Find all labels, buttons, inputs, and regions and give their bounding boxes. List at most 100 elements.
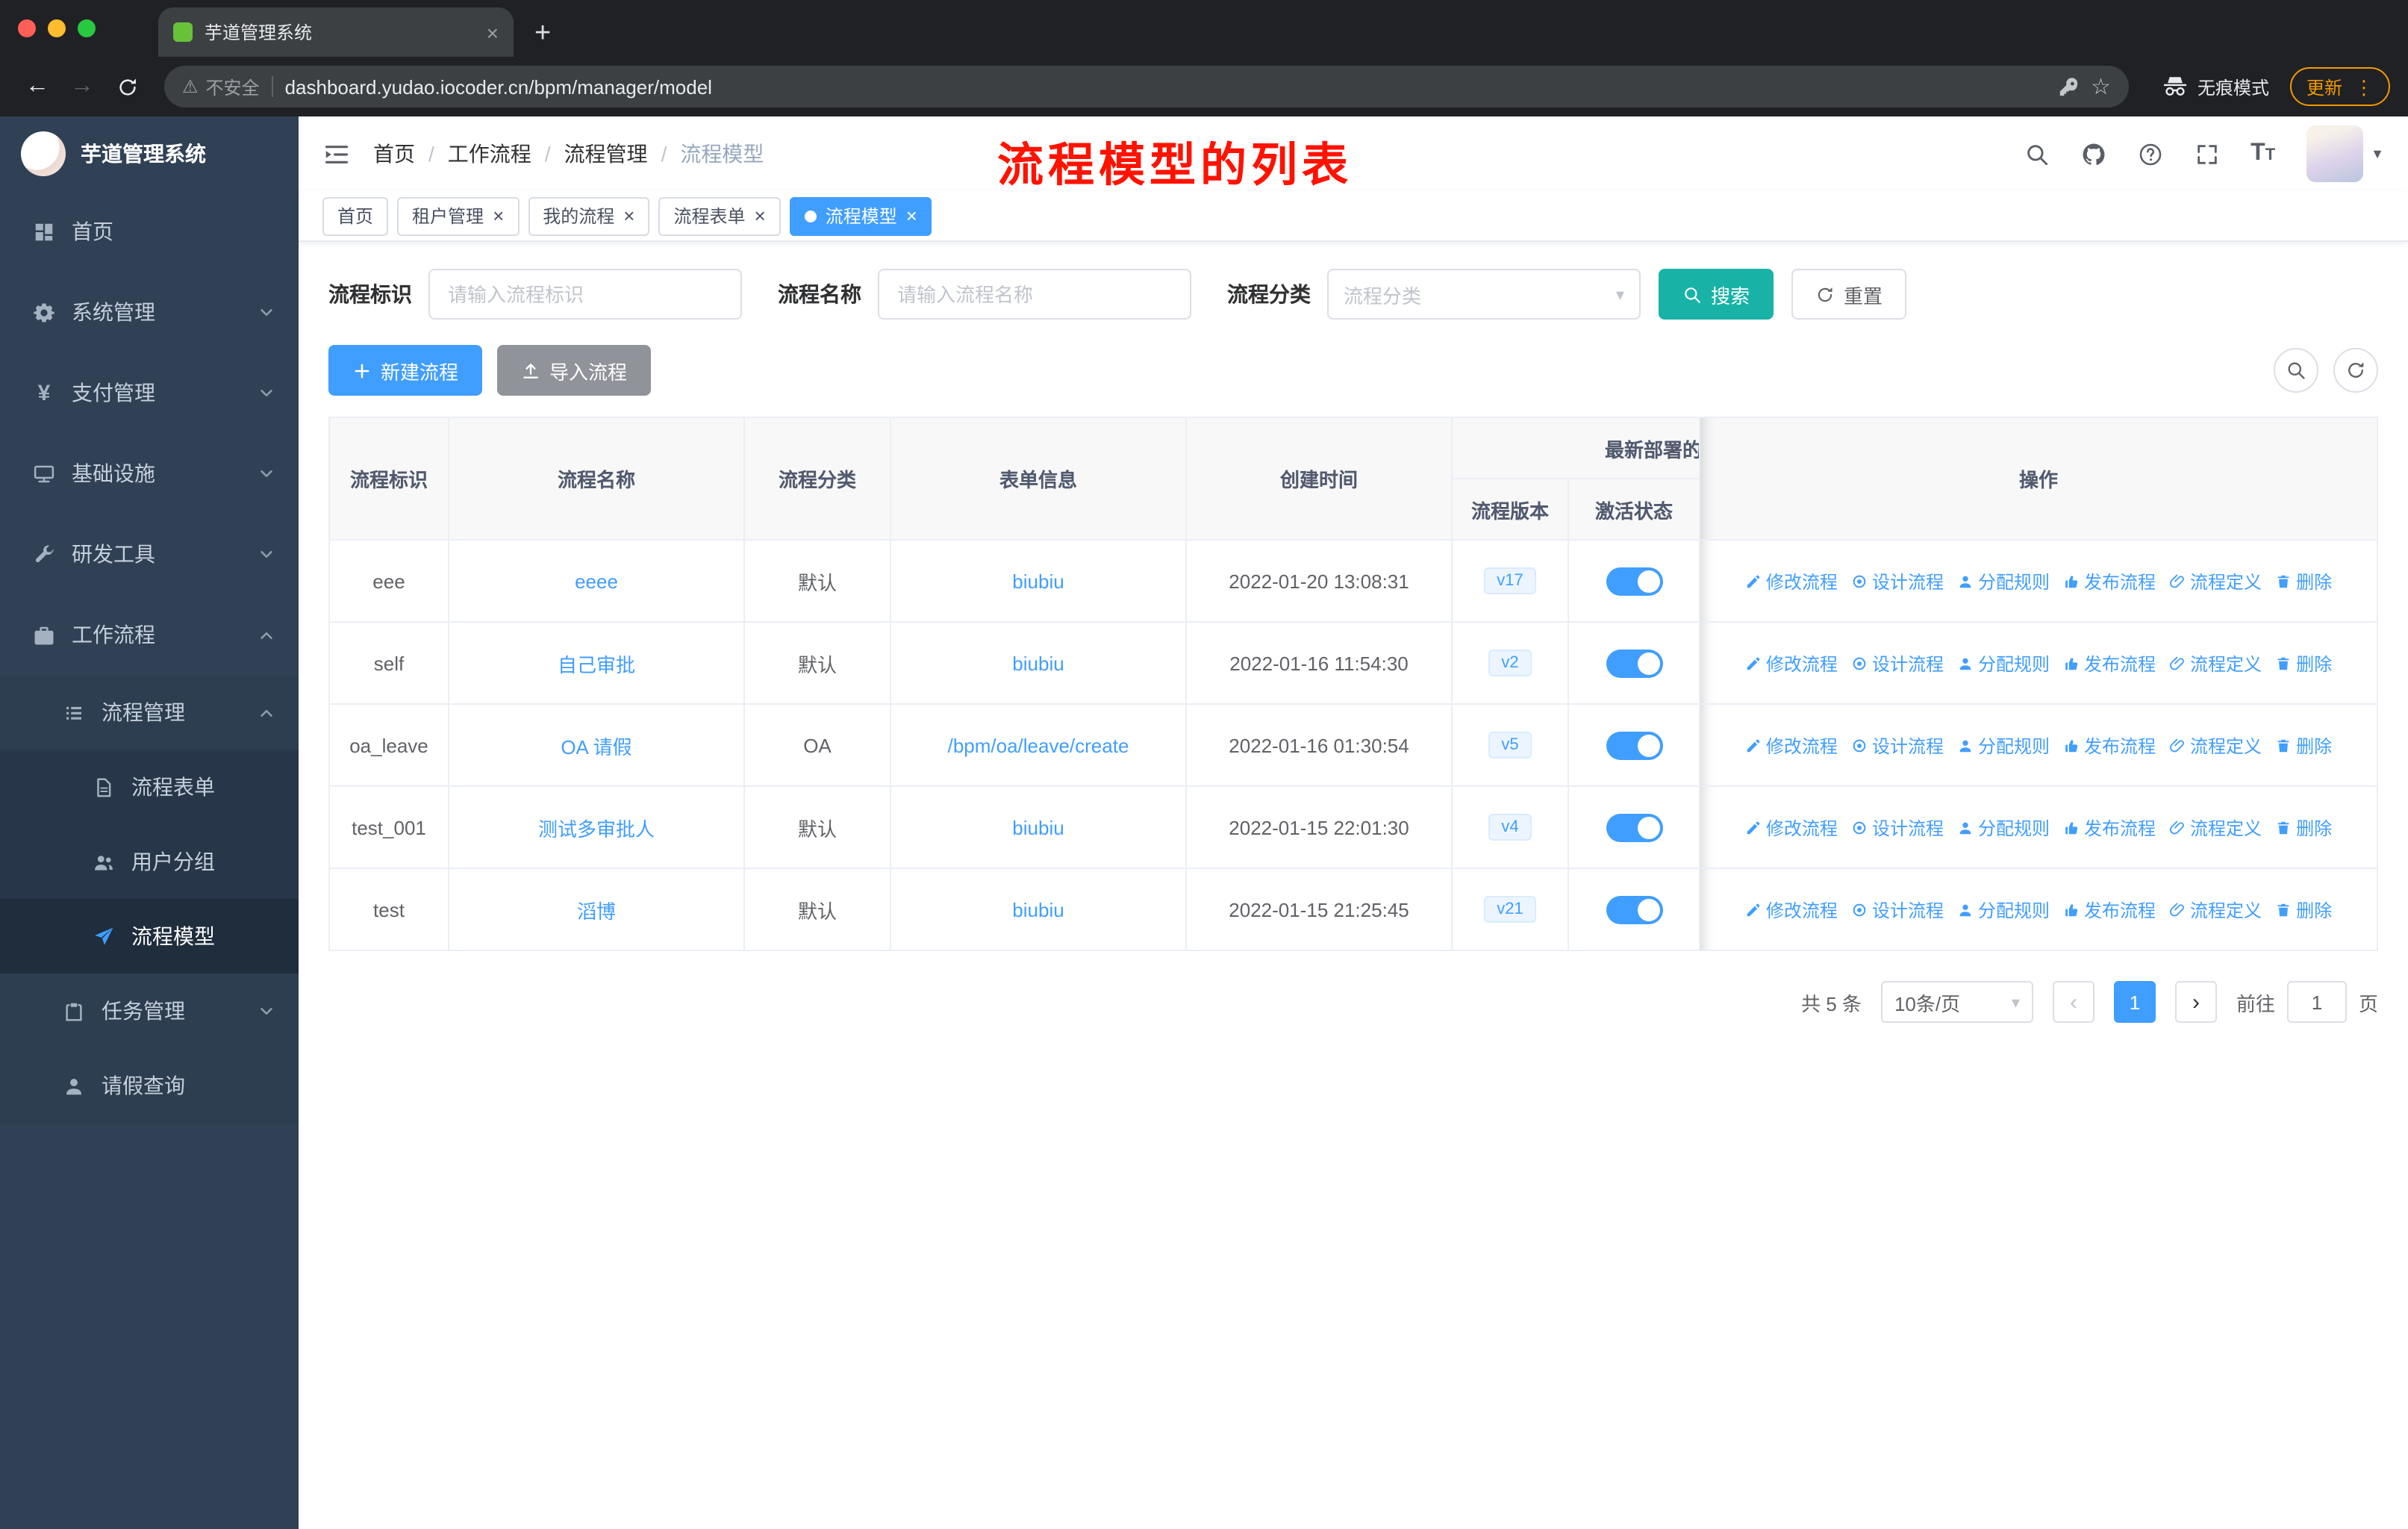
minimize-window-button[interactable] <box>48 19 66 37</box>
process-name-link[interactable]: 自己审批 <box>558 653 635 676</box>
browser-tab[interactable]: 芋道管理系统 × <box>158 7 514 57</box>
tab-close-icon[interactable]: × <box>487 22 499 43</box>
action-definition-link[interactable]: 流程定义 <box>2169 568 2262 594</box>
action-publish-link[interactable]: 发布流程 <box>2063 650 2156 676</box>
tag-close-icon[interactable]: × <box>906 206 917 225</box>
forward-icon[interactable]: → <box>63 74 102 99</box>
close-window-button[interactable] <box>18 19 36 37</box>
action-delete-link[interactable]: 删除 <box>2275 897 2332 922</box>
reset-button[interactable]: 重置 <box>1791 269 1907 320</box>
active-toggle[interactable] <box>1606 895 1662 924</box>
next-page-button[interactable]: › <box>2174 981 2217 1023</box>
action-definition-link[interactable]: 流程定义 <box>2169 732 2262 758</box>
sidebar-item-payment[interactable]: ¥ 支付管理 <box>0 352 299 433</box>
search-icon[interactable] <box>2024 141 2049 166</box>
action-publish-link[interactable]: 发布流程 <box>2063 897 2156 922</box>
security-chip[interactable]: ⚠ 不安全 <box>182 74 260 99</box>
menu-dots-icon[interactable]: ⋮ <box>2354 77 2374 96</box>
column-header-form[interactable]: 表单信息 <box>890 417 1187 541</box>
active-toggle[interactable] <box>1606 649 1662 677</box>
action-delete-link[interactable]: 删除 <box>2275 815 2332 840</box>
page-number-current[interactable]: 1 <box>2113 981 2156 1023</box>
zoom-window-button[interactable] <box>78 19 96 37</box>
action-definition-link[interactable]: 流程定义 <box>2169 650 2262 676</box>
help-icon[interactable] <box>2137 141 2162 166</box>
bookmark-star-icon[interactable]: ☆ <box>2091 75 2111 98</box>
form-info-link[interactable]: biubiu <box>1012 898 1064 921</box>
process-name-link[interactable]: OA 请假 <box>561 735 631 758</box>
process-name-link[interactable]: eeee <box>575 570 618 592</box>
column-header-name[interactable]: 流程名称 <box>448 417 745 541</box>
goto-page-input[interactable] <box>2286 981 2347 1023</box>
sidebar-item-system[interactable]: 系统管理 <box>0 272 299 352</box>
breadcrumb-item[interactable]: 工作流程 <box>448 139 531 169</box>
address-bar[interactable]: ⚠ 不安全 dashboard.yudao.iocoder.cn/bpm/man… <box>164 66 2129 108</box>
action-assign-rule-link[interactable]: 分配规则 <box>1957 732 2050 758</box>
tag-process-model-active[interactable]: 流程模型 × <box>789 196 932 235</box>
column-header-category[interactable]: 流程分类 <box>743 417 891 541</box>
tag-close-icon[interactable]: × <box>623 206 634 225</box>
font-size-icon[interactable]: TT <box>2251 141 2275 166</box>
action-publish-link[interactable]: 发布流程 <box>2063 732 2156 758</box>
breadcrumb-item[interactable]: 流程管理 <box>564 139 648 169</box>
form-info-link[interactable]: biubiu <box>1012 816 1064 838</box>
column-header-active[interactable]: 激活状态 <box>1567 478 1701 541</box>
tag-home[interactable]: 首页 <box>322 196 389 235</box>
action-modify-link[interactable]: 修改流程 <box>1745 732 1838 758</box>
sidebar-item-process-model[interactable]: 流程模型 <box>0 899 299 974</box>
action-assign-rule-link[interactable]: 分配规则 <box>1957 568 2050 594</box>
tag-process-form[interactable]: 流程表单 × <box>658 196 781 235</box>
action-design-link[interactable]: 设计流程 <box>1851 815 1944 840</box>
avatar[interactable] <box>2306 125 2364 182</box>
form-info-link[interactable]: biubiu <box>1012 652 1064 674</box>
sidebar-item-user-group[interactable]: 用户分组 <box>0 824 299 899</box>
sidebar-item-leave-query[interactable]: 请假查询 <box>0 1048 299 1123</box>
column-header-key[interactable]: 流程标识 <box>328 417 449 541</box>
page-size-select[interactable]: 10条/页 ▾ <box>1880 981 2033 1023</box>
action-assign-rule-link[interactable]: 分配规则 <box>1957 897 2050 922</box>
action-design-link[interactable]: 设计流程 <box>1851 568 1944 594</box>
active-toggle[interactable] <box>1606 813 1662 841</box>
import-process-button[interactable]: 导入流程 <box>497 345 652 396</box>
reload-icon[interactable] <box>107 75 146 98</box>
sidebar-item-home[interactable]: 首页 <box>0 191 299 272</box>
category-select[interactable]: 流程分类 ▾ <box>1327 269 1641 320</box>
refresh-circle-button[interactable] <box>2333 348 2378 393</box>
action-modify-link[interactable]: 修改流程 <box>1745 897 1838 922</box>
action-design-link[interactable]: 设计流程 <box>1851 732 1944 758</box>
action-definition-link[interactable]: 流程定义 <box>2169 897 2262 922</box>
search-button[interactable]: 搜索 <box>1659 269 1774 320</box>
sidebar-item-infrastructure[interactable]: 基础设施 <box>0 433 299 514</box>
create-process-button[interactable]: 新建流程 <box>328 345 483 396</box>
action-assign-rule-link[interactable]: 分配规则 <box>1957 650 2050 676</box>
sidebar-toggle-icon[interactable] <box>322 140 351 168</box>
tag-tenant[interactable]: 租户管理 × <box>397 196 520 235</box>
action-publish-link[interactable]: 发布流程 <box>2063 815 2156 840</box>
sidebar-item-process-form[interactable]: 流程表单 <box>0 750 299 824</box>
column-header-create-time[interactable]: 创建时间 <box>1185 417 1453 541</box>
action-delete-link[interactable]: 删除 <box>2275 650 2332 676</box>
search-circle-button[interactable] <box>2274 348 2318 393</box>
action-modify-link[interactable]: 修改流程 <box>1745 815 1838 840</box>
action-modify-link[interactable]: 修改流程 <box>1745 568 1838 594</box>
action-definition-link[interactable]: 流程定义 <box>2169 815 2262 840</box>
sidebar-item-workflow[interactable]: 工作流程 <box>0 594 299 675</box>
column-header-version[interactable]: 流程版本 <box>1451 478 1569 541</box>
action-design-link[interactable]: 设计流程 <box>1851 650 1944 676</box>
action-delete-link[interactable]: 删除 <box>2275 732 2332 758</box>
process-key-input[interactable] <box>428 269 742 320</box>
breadcrumb-item[interactable]: 首页 <box>373 139 415 169</box>
form-info-link[interactable]: /bpm/oa/leave/create <box>948 734 1129 756</box>
sidebar-item-devtools[interactable]: 研发工具 <box>0 514 299 594</box>
tag-close-icon[interactable]: × <box>755 206 766 225</box>
form-info-link[interactable]: biubiu <box>1012 570 1064 592</box>
action-delete-link[interactable]: 删除 <box>2275 568 2332 594</box>
action-assign-rule-link[interactable]: 分配规则 <box>1957 815 2050 840</box>
key-icon[interactable] <box>2056 75 2079 98</box>
github-icon[interactable] <box>2080 141 2106 166</box>
sidebar-item-process-management[interactable]: 流程管理 <box>0 675 299 750</box>
fullscreen-icon[interactable] <box>2194 141 2219 166</box>
tag-my-process[interactable]: 我的流程 × <box>528 196 650 235</box>
action-design-link[interactable]: 设计流程 <box>1851 897 1944 922</box>
process-name-link[interactable]: 测试多审批人 <box>538 818 655 840</box>
